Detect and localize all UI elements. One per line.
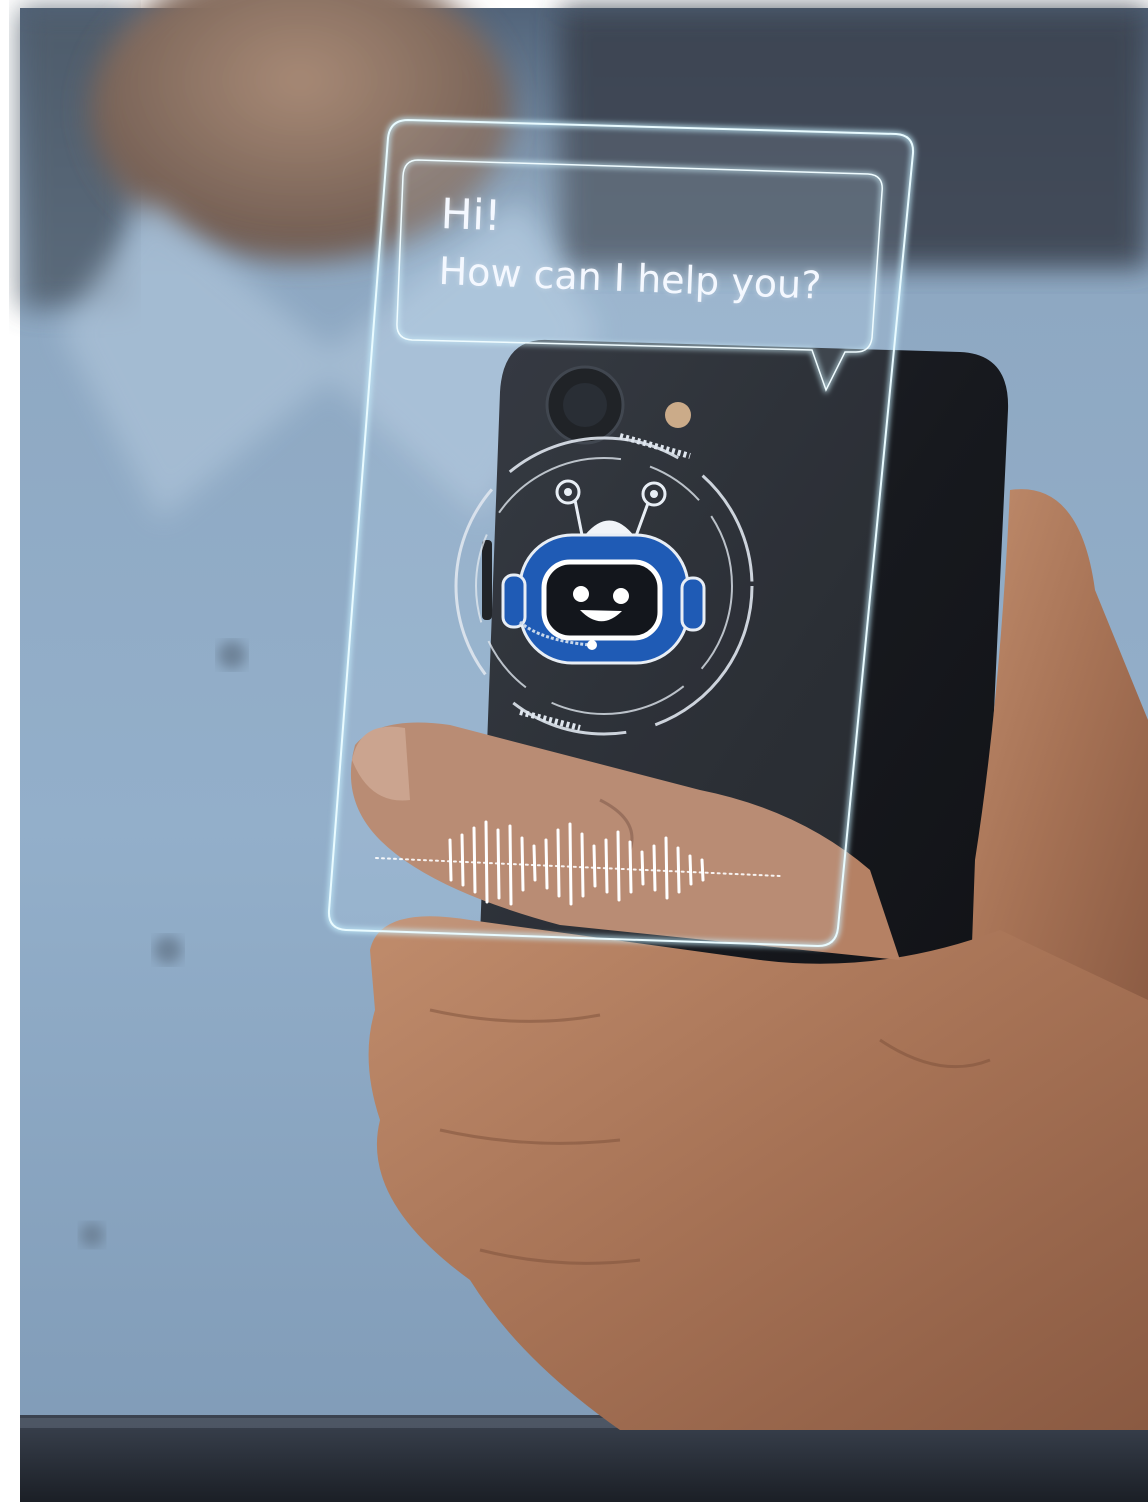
photo-scene: Hi! How can I help you? (0, 0, 1148, 1502)
chat-message: Hi! How can I help you? (438, 186, 882, 317)
